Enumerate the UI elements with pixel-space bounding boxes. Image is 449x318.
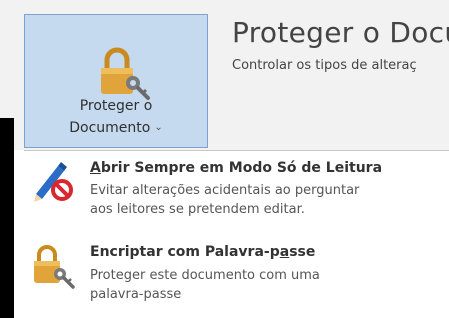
menu-item-title: Abrir Sempre em Modo Só de Leitura (90, 160, 382, 176)
section-description: Controlar os tipos de alteraç (232, 58, 417, 73)
backstage-protect-page: Proteger o Documento⌄ Proteger o Docum C… (0, 0, 449, 318)
menu-item-title-prefix: Encriptar com Palavra-p (90, 244, 280, 260)
chevron-down-icon: ⌄ (154, 122, 163, 133)
menu-item-title: Encriptar com Palavra-passe (90, 244, 315, 260)
menu-item-description-line2: aos leitores se pretendem editar. (90, 202, 305, 217)
protect-document-button[interactable]: Proteger o Documento ⌄ (24, 14, 208, 148)
section-title: Proteger o Docum (232, 16, 449, 49)
menu-item-encrypt-with-password[interactable]: Encriptar com Palavra-passe Proteger est… (14, 232, 449, 318)
lock-key-icon (101, 47, 150, 100)
menu-item-always-open-read-only[interactable]: Abrir Sempre em Modo Só de Leitura Evita… (14, 150, 449, 230)
menu-item-accelerator: A (90, 160, 101, 176)
menu-item-description-line2: palavra-passe (90, 287, 182, 302)
menu-item-description: Evitar alterações acidentais ao pergunta… (90, 181, 430, 219)
menu-item-title-rest: brir Sempre em Modo Só de Leitura (100, 160, 383, 176)
menu-item-description-line1: Proteger este documento com uma (90, 268, 320, 283)
lock-key-icon (34, 245, 75, 289)
menu-item-title-rest: sse (289, 244, 316, 260)
pencil-prohibited-icon (34, 162, 73, 202)
protect-dropdown-menu: Abrir Sempre em Modo Só de Leitura Evita… (14, 150, 449, 318)
menu-item-description-line1: Evitar alterações acidentais ao pergunta… (90, 183, 360, 198)
menu-item-description: Proteger este documento com uma palavra-p… (90, 266, 430, 304)
menu-item-accelerator: a (279, 244, 290, 260)
left-edge-bar (0, 118, 14, 318)
protect-button-label-text: Documento (69, 120, 151, 136)
protect-button-label-line2: Documento ⌄ (25, 117, 207, 139)
protect-button-label-line1: Proteger o (79, 98, 153, 114)
